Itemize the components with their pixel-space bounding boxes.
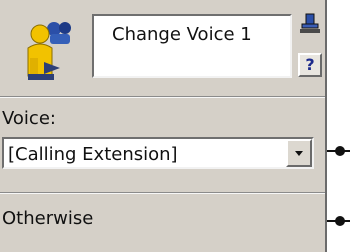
connector-dot — [335, 146, 345, 156]
voice-select[interactable]: [Calling Extension] — [2, 137, 314, 169]
pin-icon[interactable] — [298, 12, 322, 36]
voice-output-connector[interactable] — [327, 146, 350, 156]
node-header: Change Voice 1 ? — [0, 0, 325, 96]
otherwise-label: Otherwise — [2, 208, 94, 229]
node-title-field[interactable]: Change Voice 1 — [92, 14, 292, 78]
dropdown-button[interactable] — [286, 139, 312, 167]
divider — [0, 192, 325, 194]
panel-edge — [327, 0, 330, 252]
voice-node-panel: Change Voice 1 ? Voice: [Calling Extensi… — [0, 0, 327, 252]
help-button[interactable]: ? — [298, 53, 322, 77]
otherwise-output-connector[interactable] — [327, 216, 350, 226]
divider — [0, 96, 325, 98]
voice-selected-value: [Calling Extension] — [8, 144, 178, 165]
node-title: Change Voice 1 — [112, 24, 252, 45]
connector-dot — [335, 216, 345, 226]
chevron-down-icon — [295, 151, 303, 156]
voice-label: Voice: — [2, 108, 56, 129]
voice-person-icon — [20, 14, 80, 84]
